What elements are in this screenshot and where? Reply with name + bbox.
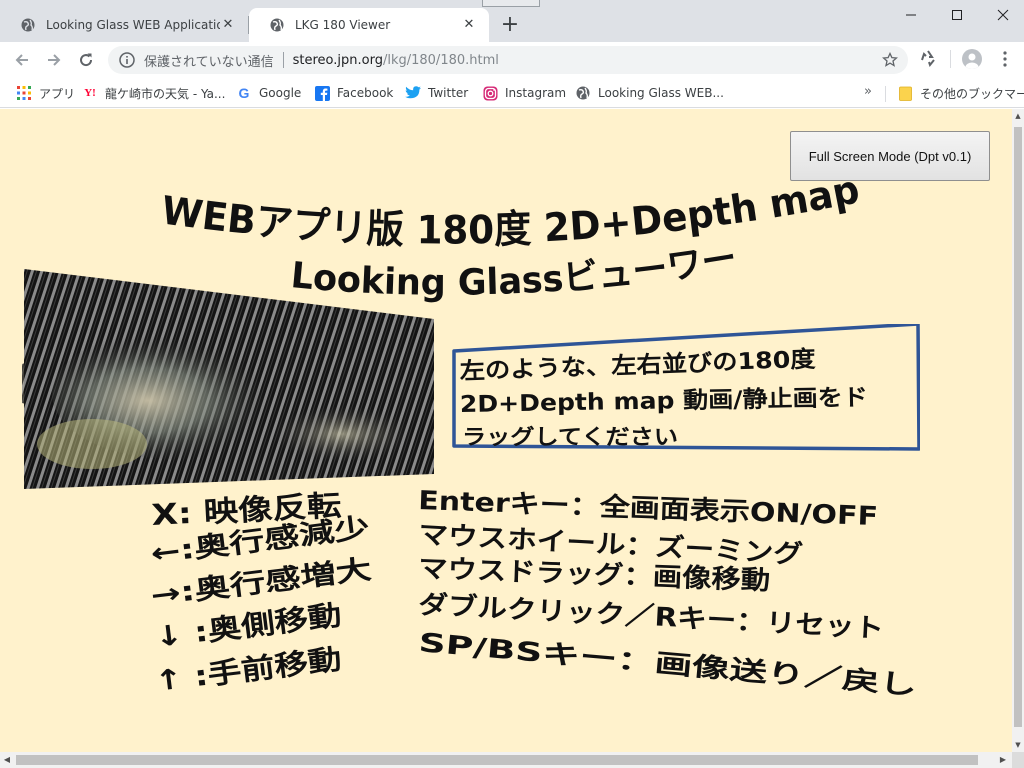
toolbar-separator xyxy=(950,50,951,68)
globe-icon xyxy=(270,18,284,32)
close-icon xyxy=(997,9,1009,21)
bookmark-looking-glass-web[interactable]: Looking Glass WEB... xyxy=(575,84,724,102)
page-viewport[interactable]: Full Screen Mode (Dpt v0.1) WEBアプリ版 180度… xyxy=(0,109,1012,752)
window-close-button[interactable] xyxy=(980,0,1024,30)
url-host: stereo.jpn.org xyxy=(292,52,383,68)
back-button[interactable] xyxy=(10,48,34,72)
avatar[interactable] xyxy=(962,49,982,69)
bookmark-other-bookmarks[interactable]: その他のブックマーク xyxy=(897,84,1024,102)
person-icon xyxy=(965,53,979,69)
browser-toolbar: 保護されていない通信 stereo.jpn.org/lkg/180/180.ht… xyxy=(0,42,1024,78)
new-tab-plus-icon[interactable]: + xyxy=(498,14,522,38)
google-icon: G xyxy=(238,85,250,101)
bookmark-label: Looking Glass WEB... xyxy=(598,86,724,100)
address-divider xyxy=(282,52,284,68)
instruction-line-3: ラッグしてください xyxy=(462,425,678,449)
tab-close-icon[interactable]: ✕ xyxy=(220,17,236,33)
arrow-right-icon xyxy=(48,54,61,66)
vertical-scroll-thumb[interactable] xyxy=(1014,127,1022,727)
bookmark-google[interactable]: G Google xyxy=(236,84,302,102)
instagram-icon xyxy=(482,85,498,101)
bookmark-label: Google xyxy=(259,86,302,100)
scroll-down-arrow-icon[interactable]: ▼ xyxy=(1012,738,1024,752)
recycle-extension-icon[interactable] xyxy=(918,48,938,68)
window-drag-handle[interactable] xyxy=(482,0,540,7)
apps-grid-icon xyxy=(16,85,32,101)
scroll-up-arrow-icon[interactable]: ▲ xyxy=(1012,109,1024,123)
bookmark-label: 龍ケ崎市の天気 - Ya... xyxy=(105,86,226,101)
drag-instruction-box: 左のような、左右並びの180度 2D+Depth map 動画/静止画をド ラッ… xyxy=(452,324,920,451)
bookmark-label: Twitter xyxy=(428,86,469,100)
bookmark-apps[interactable]: アプリ xyxy=(16,84,75,102)
tab-looking-glass-web-applications[interactable]: Looking Glass WEB Applications ✕ xyxy=(0,8,248,42)
vertical-scrollbar[interactable]: ▲ ▼ xyxy=(1012,109,1024,752)
yahoo-icon: Y! xyxy=(84,87,96,99)
bookmark-facebook[interactable]: Facebook xyxy=(314,84,393,102)
facebook-icon xyxy=(314,85,330,101)
bookmark-ryugasaki-weather[interactable]: Y! 龍ケ崎市の天気 - Ya... xyxy=(82,84,225,102)
scrollbar-corner xyxy=(1012,752,1024,768)
tab-strip: Looking Glass WEB Applications ✕ LKG 180… xyxy=(0,0,1024,42)
bookmark-twitter[interactable]: Twitter xyxy=(405,84,468,102)
reload-icon xyxy=(80,53,93,67)
bookmark-label: Facebook xyxy=(337,86,394,100)
instruction-line-2: 2D+Depth map 動画/静止画をド xyxy=(460,384,868,418)
minimize-button[interactable] xyxy=(888,0,934,30)
tab-lkg-180-viewer[interactable]: LKG 180 Viewer ✕ xyxy=(249,8,489,42)
bookmark-label: Instagram xyxy=(505,86,567,100)
sample-depth-map-image xyxy=(22,269,434,489)
horizontal-scrollbar[interactable]: ◀ ▶ xyxy=(0,752,1012,768)
url-path: /lkg/180/180.html xyxy=(382,52,499,68)
globe-icon xyxy=(21,18,35,32)
arrow-key-controls: X: 映像反転 ←:奥行感減少 →:奥行感増大 ↓ :奥側移動 ↑ :手前移動 xyxy=(150,488,373,698)
scroll-left-arrow-icon[interactable]: ◀ xyxy=(0,752,14,768)
security-status: 保護されていない通信 xyxy=(144,54,274,70)
maximize-icon xyxy=(952,10,962,20)
instruction-line-1: 左のような、左右並びの180度 xyxy=(459,346,817,385)
forward-button[interactable] xyxy=(42,48,66,72)
svg-text:WEBアプリ版 180度 2D+Depth map: WEBアプリ版 180度 2D+Depth map xyxy=(159,173,863,254)
minimize-icon xyxy=(906,14,916,16)
folder-icon xyxy=(897,85,913,101)
keyboard-mouse-controls: Enterキー：全画面表示ON/OFF マウスホイール：ズーミング マウスドラッ… xyxy=(417,485,918,701)
tab-close-icon[interactable]: ✕ xyxy=(461,17,477,33)
bookmarks-bar: アプリ Y! 龍ケ崎市の天気 - Ya... G Google Facebook… xyxy=(0,78,1024,108)
arrow-left-icon xyxy=(15,54,28,66)
more-vertical-icon[interactable] xyxy=(996,50,1014,68)
maximize-button[interactable] xyxy=(934,0,980,30)
bookmark-label: その他のブックマーク xyxy=(920,86,1024,101)
globe-icon xyxy=(575,85,591,101)
reload-button[interactable] xyxy=(74,48,98,72)
twitter-icon xyxy=(405,85,421,101)
bookmarks-separator xyxy=(885,86,886,102)
tab-title: Looking Glass WEB Applications xyxy=(46,18,220,32)
bookmarks-overflow-chevron[interactable]: » xyxy=(864,84,872,99)
info-icon[interactable] xyxy=(118,51,136,69)
horizontal-scroll-thumb[interactable] xyxy=(16,755,978,765)
title-line-1: WEBアプリ版 180度 2D+Depth map xyxy=(159,173,863,254)
scroll-right-arrow-icon[interactable]: ▶ xyxy=(996,752,1010,768)
tab-title: LKG 180 Viewer xyxy=(295,18,391,32)
bookmark-label: アプリ xyxy=(39,86,76,101)
bookmark-instagram[interactable]: Instagram xyxy=(482,84,566,102)
address-bar[interactable]: 保護されていない通信 stereo.jpn.org/lkg/180/180.ht… xyxy=(108,46,908,74)
bookmark-star-icon[interactable] xyxy=(882,52,898,68)
